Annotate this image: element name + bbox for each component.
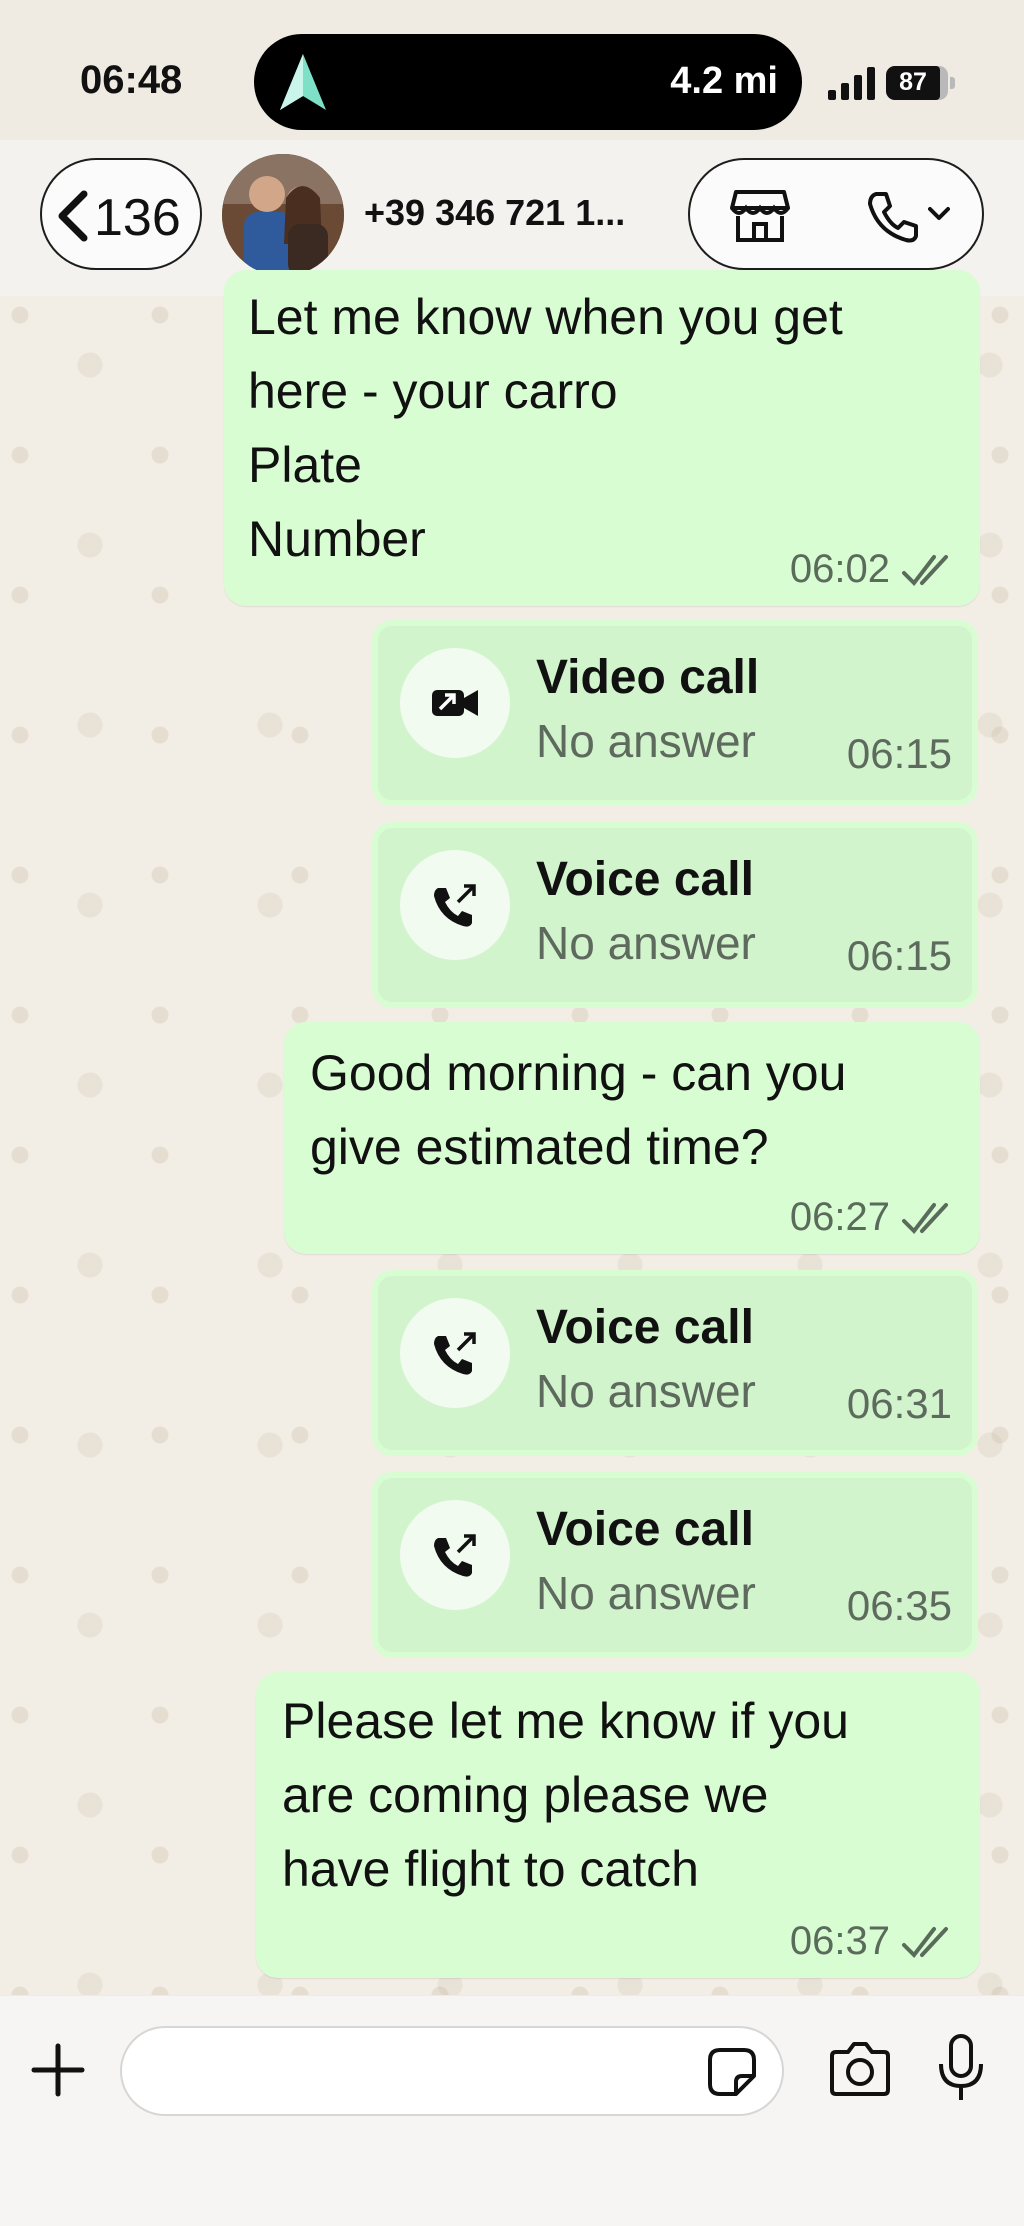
call-status: No answer	[536, 917, 756, 969]
message-meta: 06:27	[790, 1195, 958, 1240]
call-status: No answer	[536, 1567, 756, 1619]
call-time: 06:15	[846, 730, 952, 777]
back-button[interactable]: 136	[40, 158, 202, 270]
message-text: Please let me know if you are coming ple…	[282, 1693, 849, 1897]
signal-icon	[828, 67, 875, 100]
navigation-distance: 4.2 mi	[670, 60, 778, 102]
call-title: Voice call	[536, 1301, 754, 1354]
call-icon-badge	[400, 1298, 510, 1408]
call-time: 06:35	[846, 1582, 952, 1629]
composer-bar	[0, 1996, 1024, 2226]
message-bubble[interactable]: Please let me know if you are coming ple…	[256, 1672, 980, 1978]
message-bubble[interactable]: Good morning - can you give estimated ti…	[284, 1022, 980, 1254]
message-meta: 06:02	[790, 547, 958, 592]
camera-icon[interactable]	[828, 2040, 892, 2098]
call-time: 06:15	[846, 932, 952, 979]
sticker-icon[interactable]	[706, 2046, 758, 2098]
chevron-down-icon[interactable]	[928, 206, 950, 222]
call-log-card[interactable]: Voice call No answer 06:31	[372, 1270, 978, 1456]
message-text: Good morning - can you give estimated ti…	[310, 1045, 847, 1175]
dynamic-island[interactable]: 4.2 mi	[254, 34, 802, 130]
mic-icon[interactable]	[936, 2034, 986, 2104]
header-actions	[688, 158, 984, 270]
call-title: Voice call	[536, 853, 754, 906]
contact-name[interactable]: +39 346 721 1...	[364, 192, 664, 234]
nav-arrow-icon	[280, 54, 326, 110]
double-check-icon	[902, 1202, 948, 1234]
battery-level: 87	[899, 68, 927, 96]
double-check-icon	[902, 1926, 948, 1958]
call-status: No answer	[536, 1365, 756, 1417]
voice-call-icon	[434, 1332, 476, 1375]
voice-call-icon	[434, 884, 476, 927]
message-input[interactable]	[120, 2026, 784, 2116]
call-log-card[interactable]: Voice call No answer 06:35	[372, 1472, 978, 1658]
message-time: 06:37	[789, 1919, 890, 1963]
call-status: No answer	[536, 715, 756, 767]
message-bubble[interactable]: Let me know when you get here - your car…	[224, 270, 980, 606]
avatar[interactable]	[222, 154, 344, 276]
phone-icon[interactable]	[866, 190, 920, 244]
store-icon[interactable]	[730, 188, 790, 244]
chevron-left-icon	[58, 190, 88, 242]
message-time: 06:27	[789, 1195, 890, 1239]
plus-icon[interactable]	[30, 2042, 86, 2098]
status-time: 06:48	[80, 58, 183, 102]
battery-cap	[950, 77, 955, 89]
message-time: 06:02	[789, 547, 890, 591]
call-log-card[interactable]: Voice call No answer 06:15	[372, 822, 978, 1008]
call-title: Video call	[536, 651, 760, 704]
call-log-card[interactable]: Video call No answer 06:15	[372, 620, 978, 806]
unread-count: 136	[94, 189, 181, 247]
call-time: 06:31	[846, 1380, 952, 1427]
double-check-icon	[902, 554, 948, 586]
video-call-icon	[432, 690, 478, 716]
message-text: Let me know when you get here - your car…	[248, 289, 843, 567]
battery-indicator: 87	[886, 66, 956, 100]
call-title: Voice call	[536, 1503, 754, 1556]
status-bar: 06:48 4.2 mi 87	[0, 0, 1024, 160]
message-meta: 06:37	[790, 1919, 958, 1964]
voice-call-icon	[434, 1534, 476, 1577]
call-icon-badge	[400, 648, 510, 758]
call-icon-badge	[400, 850, 510, 960]
call-icon-badge	[400, 1500, 510, 1610]
